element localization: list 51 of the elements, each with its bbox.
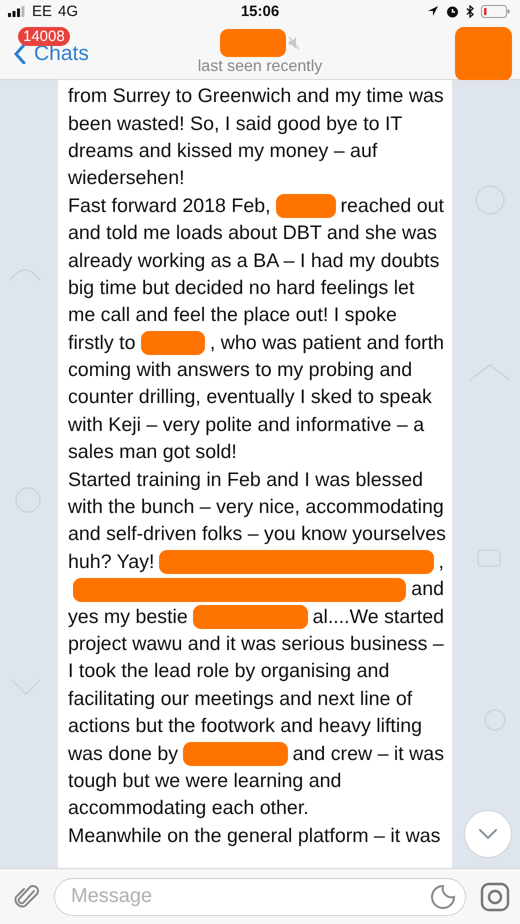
message-text: I took the lead role by organising and bbox=[68, 660, 390, 684]
message-text: huh? Yay! bbox=[68, 550, 154, 574]
chevron-down-icon bbox=[478, 828, 498, 840]
bluetooth-icon bbox=[466, 4, 474, 18]
back-chevron-icon bbox=[14, 44, 26, 64]
message-text: counter drilling, eventually I sked to speak bbox=[68, 386, 432, 410]
message-text: reached out bbox=[340, 194, 444, 218]
message-text: Meanwhile on the general platform – it was bbox=[68, 824, 440, 848]
unread-badge: 14008 bbox=[18, 27, 70, 46]
message-text: me call and feel the place out! I spoke bbox=[68, 304, 397, 328]
message-text: project wawu and it was serious business – bbox=[68, 633, 444, 656]
sticker-icon[interactable] bbox=[430, 884, 456, 910]
location-icon bbox=[427, 5, 439, 17]
message-text: and crew – it was bbox=[292, 742, 444, 766]
message-text: yes my bestie bbox=[68, 606, 188, 629]
message-text: al....We started bbox=[312, 606, 444, 629]
message-field[interactable]: Message bbox=[54, 878, 466, 916]
message-text: tough but we were learning and bbox=[68, 770, 342, 793]
message-text: was done by bbox=[68, 742, 178, 766]
paperclip-icon bbox=[14, 882, 40, 910]
carrier-name: EE bbox=[32, 2, 52, 20]
message-text: big time but decided no hard feelings let bbox=[68, 276, 414, 300]
camera-button[interactable] bbox=[480, 882, 510, 912]
clock-time: 15:06 bbox=[240, 2, 280, 20]
message-text: already working as a BA – I had my doubts bbox=[68, 250, 440, 273]
message-text: and told me loads about DBT and she was bbox=[68, 222, 437, 246]
message-text: firstly to bbox=[68, 332, 136, 355]
camera-icon bbox=[480, 882, 510, 912]
message-text: , who was patient and forth bbox=[210, 332, 444, 355]
signal-icon bbox=[8, 6, 26, 16]
message-text: coming with answers to my probing and bbox=[68, 359, 412, 382]
message-text: accommodating each other. bbox=[68, 797, 309, 820]
message-text: wiedersehen! bbox=[68, 167, 185, 190]
message-text: with the bunch – very nice, accommodating bbox=[68, 496, 444, 520]
network-type: 4G bbox=[58, 2, 78, 20]
message-text: Started training in Feb and I was blessed bbox=[68, 468, 424, 492]
message-text: been wasted! So, I said good bye to IT bbox=[68, 112, 402, 136]
battery-icon bbox=[481, 4, 510, 18]
message-text: and self-driven folks – you know yourselves bbox=[68, 523, 446, 546]
message-text: , bbox=[438, 550, 444, 574]
message-text: dreams and kissed my money – auf bbox=[68, 140, 378, 163]
message-text: sales man got sold! bbox=[68, 441, 237, 464]
message-text: and bbox=[411, 578, 444, 602]
message-text: from Surrey to Greenwich and my time was bbox=[68, 85, 444, 108]
message-text: with Keji – very polite and informative – a bbox=[68, 414, 424, 437]
alarm-icon bbox=[446, 4, 459, 18]
message-text: actions but the footwork and heavy lifting bbox=[68, 715, 422, 738]
attach-button[interactable] bbox=[14, 882, 40, 910]
message-text: Fast forward 2018 Feb, bbox=[68, 194, 271, 218]
last-seen-status: last seen recently bbox=[198, 58, 322, 76]
message-text: facilitating our meetings and next line of bbox=[68, 688, 412, 711]
